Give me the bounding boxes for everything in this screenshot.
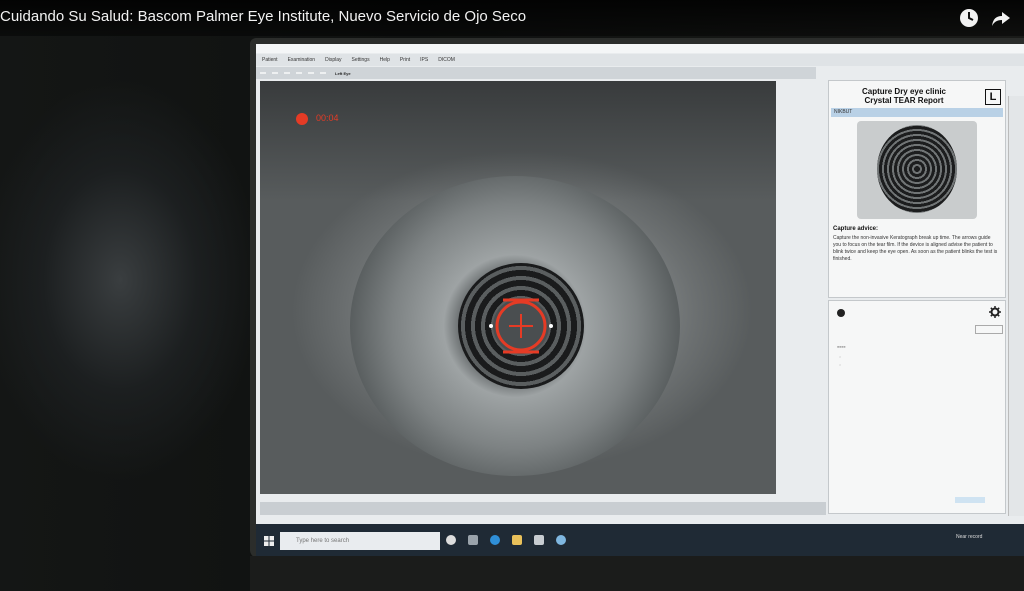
menu-bar: Patient Examination Display Settings Hel… bbox=[256, 54, 1024, 66]
info-field bbox=[296, 72, 302, 74]
video-title: Cuidando Su Salud: Bascom Palmer Eye Ins… bbox=[0, 8, 527, 25]
menu-help[interactable]: Help bbox=[380, 57, 390, 63]
clock-icon[interactable] bbox=[959, 8, 979, 28]
menu-print[interactable]: Print bbox=[400, 57, 410, 63]
task-view-icon[interactable] bbox=[468, 535, 478, 545]
menu-display[interactable]: Display bbox=[325, 57, 341, 63]
capture-advice-title: Capture advice: bbox=[833, 226, 879, 232]
report-title-line1: Capture Dry eye clinic bbox=[861, 87, 947, 96]
video-title-bar: Cuidando Su Salud: Bascom Palmer Eye Ins… bbox=[0, 0, 1024, 36]
file-explorer-icon[interactable] bbox=[512, 535, 522, 545]
gear-icon[interactable] bbox=[989, 306, 1001, 318]
recording-timer: 00:04 bbox=[316, 113, 339, 123]
windows-taskbar: Type here to search Near record bbox=[256, 524, 1024, 556]
eye-side-label: Left Eye bbox=[335, 70, 351, 76]
info-field bbox=[284, 72, 290, 74]
report-panel: Capture Dry eye clinic Crystal TEAR Repo… bbox=[828, 80, 1006, 298]
keratoscope-eye-image bbox=[877, 125, 957, 213]
menu-examination[interactable]: Examination bbox=[288, 57, 316, 63]
radio-option[interactable]: ○ bbox=[839, 355, 841, 359]
keratoscope-preview bbox=[857, 121, 977, 219]
report-title-line2: Crystal TEAR Report bbox=[864, 96, 944, 105]
info-field bbox=[320, 72, 326, 74]
menu-patient[interactable]: Patient bbox=[262, 57, 278, 63]
camera-live-view[interactable]: 00:04 bbox=[260, 81, 776, 494]
info-field bbox=[260, 72, 266, 74]
selected-exam-strip[interactable]: NIKBUT bbox=[831, 108, 1003, 117]
alignment-reticle-icon bbox=[489, 298, 553, 354]
info-field bbox=[308, 72, 314, 74]
option-group-label: ■■■■ bbox=[837, 345, 846, 349]
windows-start-icon[interactable] bbox=[264, 536, 274, 546]
panel-dot-icon bbox=[837, 309, 845, 317]
cortana-icon[interactable] bbox=[446, 535, 456, 545]
share-icon[interactable] bbox=[991, 8, 1011, 28]
taskbar-search-input[interactable]: Type here to search bbox=[280, 532, 440, 550]
menu-dicom[interactable]: DICOM bbox=[438, 57, 455, 63]
status-bar bbox=[260, 502, 826, 515]
app-icon[interactable] bbox=[534, 535, 544, 545]
menu-ips[interactable]: IPS bbox=[420, 57, 428, 63]
side-thumbnail-panel bbox=[1008, 96, 1024, 516]
monitor-lower-bezel bbox=[250, 556, 1024, 591]
monitor-screen: Patient Examination Display Settings Hel… bbox=[256, 44, 1024, 556]
eye-badge: L bbox=[985, 89, 1001, 105]
capture-advice-text: Capture the non-invasive Keratograph bre… bbox=[833, 235, 998, 262]
radio-option[interactable]: ○ bbox=[839, 363, 841, 367]
window-title-bar bbox=[256, 44, 1024, 53]
record-indicator-icon bbox=[296, 113, 308, 125]
app-icon[interactable] bbox=[556, 535, 566, 545]
patient-info-bar: Left Eye bbox=[256, 67, 816, 79]
edge-browser-icon[interactable] bbox=[490, 535, 500, 545]
settings-panel: ■■■■ ○ ○ bbox=[828, 300, 1006, 514]
progress-field bbox=[955, 497, 985, 503]
near-record-indicator: Near record bbox=[956, 534, 983, 540]
info-field bbox=[272, 72, 278, 74]
menu-settings[interactable]: Settings bbox=[352, 57, 370, 63]
report-title: Capture Dry eye clinic Crystal TEAR Repo… bbox=[829, 87, 979, 105]
switch-button[interactable] bbox=[975, 325, 1003, 334]
